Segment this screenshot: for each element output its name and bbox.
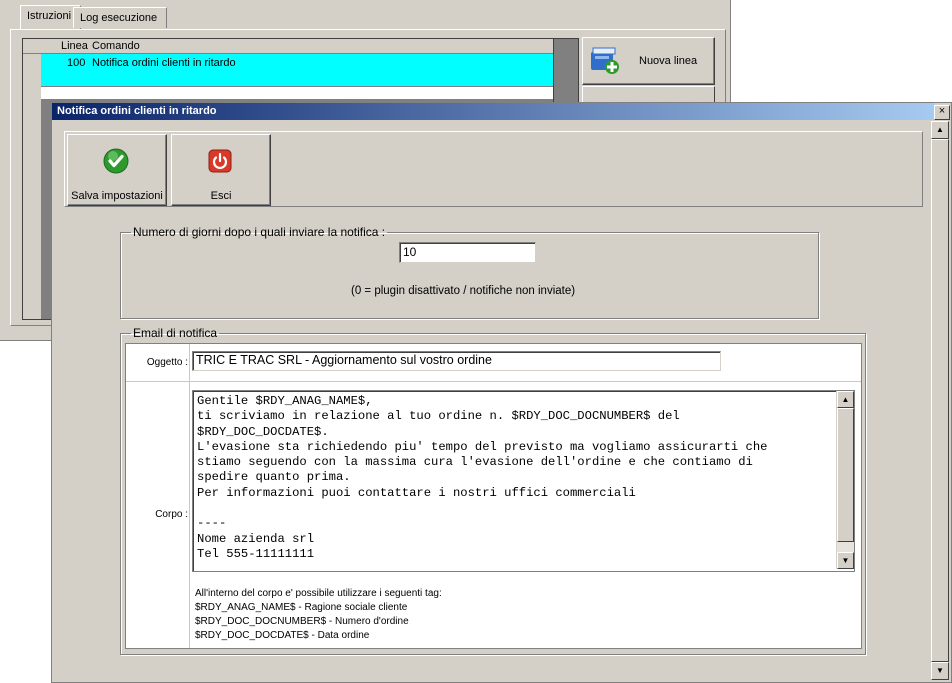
dialog-toolbar: Salva impostazioni Esci bbox=[64, 131, 923, 207]
tab-log-esecuzione[interactable]: Log esecuzione bbox=[73, 7, 167, 28]
scroll-up-arrow-icon[interactable]: ▲ bbox=[931, 121, 949, 139]
tab-label: Istruzioni bbox=[27, 10, 72, 22]
column-header-linea[interactable]: Linea bbox=[61, 40, 88, 52]
dialog-scrollbar[interactable]: ▲ ▼ bbox=[931, 121, 949, 680]
exit-label: Esci bbox=[210, 190, 232, 202]
scroll-down-arrow-icon[interactable]: ▼ bbox=[837, 552, 854, 569]
days-group: Numero di giorni dopo i quali inviare la… bbox=[120, 225, 819, 319]
settings-dialog: Notifica ordini clienti in ritardo × ▲ ▼… bbox=[51, 102, 952, 683]
dialog-title: Notifica ordini clienti in ritardo bbox=[57, 105, 217, 117]
dialog-titlebar[interactable]: Notifica ordini clienti in ritardo bbox=[52, 103, 935, 120]
days-note: (0 = plugin disattivato / notifiche non … bbox=[351, 285, 576, 297]
tag-item: $RDY_DOC_DOCNUMBER$ - Numero d'ordine bbox=[195, 616, 409, 627]
body-textarea[interactable]: Gentile $RDY_ANAG_NAME$, ti scriviamo in… bbox=[192, 390, 855, 572]
power-off-icon bbox=[208, 149, 232, 173]
cell-linea: 100 bbox=[67, 57, 86, 69]
tags-help: All'interno del corpo e' possibile utili… bbox=[195, 587, 442, 643]
tab-label: Log esecuzione bbox=[80, 12, 158, 24]
email-form: Oggetto : TRIC E TRAC SRL - Aggiornament… bbox=[125, 343, 862, 649]
column-divider bbox=[189, 344, 190, 648]
checkmark-icon bbox=[103, 148, 129, 174]
save-settings-button[interactable]: Salva impostazioni bbox=[67, 134, 167, 206]
scroll-thumb[interactable] bbox=[837, 408, 854, 542]
close-button[interactable]: × bbox=[934, 105, 950, 120]
email-group-legend: Email di notifica bbox=[133, 326, 218, 340]
scroll-up-arrow-icon[interactable]: ▲ bbox=[837, 391, 854, 408]
body-scrollbar[interactable]: ▲ ▼ bbox=[836, 391, 854, 569]
cell-comando: Notifica ordini clienti in ritardo bbox=[92, 57, 236, 69]
row-selector-column bbox=[23, 54, 42, 319]
subject-label: Oggetto : bbox=[146, 357, 188, 368]
column-header-comando[interactable]: Comando bbox=[92, 40, 140, 52]
scroll-down-arrow-icon[interactable]: ▼ bbox=[931, 662, 949, 680]
row-divider bbox=[126, 381, 861, 382]
grid-header: Linea Comando bbox=[23, 39, 553, 54]
days-group-legend: Numero di giorni dopo i quali inviare la… bbox=[133, 225, 386, 239]
new-line-button[interactable]: Nuova linea bbox=[582, 37, 715, 85]
tab-istruzioni[interactable]: Istruzioni bbox=[20, 5, 81, 29]
subject-input[interactable]: TRIC E TRAC SRL - Aggiornamento sul vost… bbox=[192, 351, 721, 371]
close-icon: × bbox=[938, 105, 946, 117]
tags-intro: All'interno del corpo e' possibile utili… bbox=[195, 588, 442, 599]
body-text: Gentile $RDY_ANAG_NAME$, ti scriviamo in… bbox=[197, 394, 768, 561]
tag-item: $RDY_DOC_DOCDATE$ - Data ordine bbox=[195, 630, 370, 641]
body-label: Corpo : bbox=[155, 509, 188, 520]
table-row-empty[interactable] bbox=[41, 87, 553, 99]
tag-item: $RDY_ANAG_NAME$ - Ragione sociale client… bbox=[195, 602, 408, 613]
new-line-label: Nuova linea bbox=[639, 55, 698, 67]
days-input[interactable]: 10 bbox=[399, 242, 536, 263]
scroll-thumb[interactable] bbox=[931, 139, 949, 662]
save-settings-label: Salva impostazioni bbox=[71, 190, 163, 202]
table-row[interactable]: 100 Notifica ordini clienti in ritardo bbox=[41, 54, 553, 86]
exit-button[interactable]: Esci bbox=[171, 134, 271, 206]
add-line-icon bbox=[591, 47, 619, 74]
